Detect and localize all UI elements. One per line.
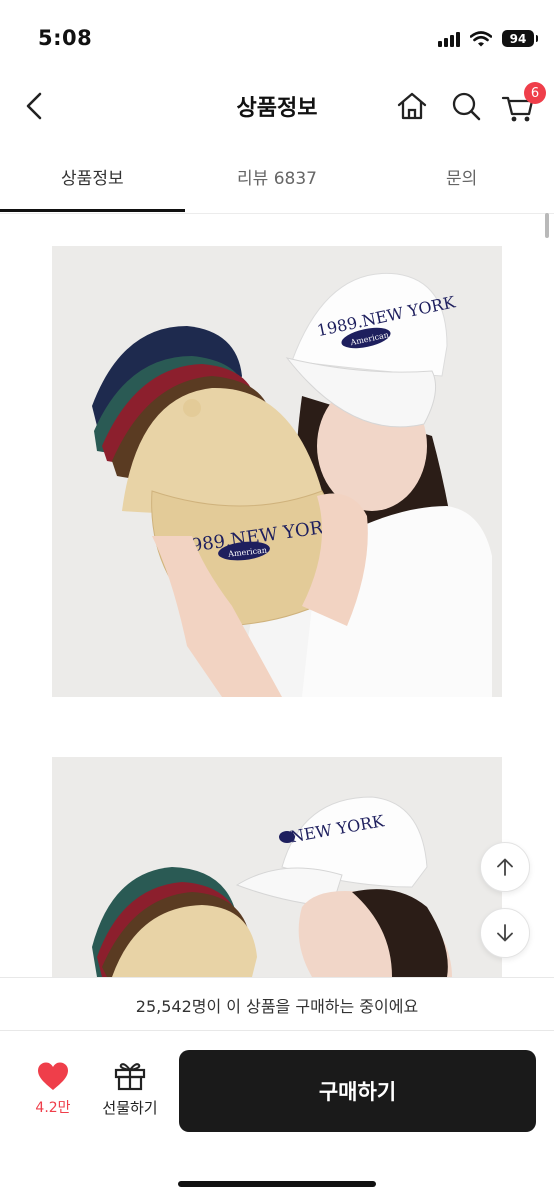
gift-icon — [114, 1063, 146, 1091]
gift-label: 선물하기 — [102, 1099, 158, 1117]
like-count: 4.2만 — [35, 1100, 71, 1116]
tab-reviews[interactable]: 리뷰 6837 — [185, 142, 370, 213]
tab-inquiry[interactable]: 문의 — [369, 142, 554, 213]
status-bar: 5:08 94 — [0, 0, 554, 70]
wifi-icon — [470, 30, 492, 46]
heart-icon — [38, 1062, 68, 1090]
like-button[interactable]: 4.2만 — [28, 1061, 78, 1121]
tab-product-info[interactable]: 상품정보 — [0, 142, 185, 213]
purchase-notice: 25,542명이 이 상품을 구매하는 중이에요 — [0, 977, 554, 1031]
gift-button[interactable]: 선물하기 — [96, 1061, 164, 1121]
scroll-up-button[interactable] — [480, 842, 530, 892]
page-scrollbar[interactable] — [545, 213, 549, 238]
arrow-up-icon — [497, 858, 513, 876]
arrow-down-icon — [497, 924, 513, 942]
buy-button[interactable]: 구매하기 — [179, 1050, 536, 1132]
home-button[interactable] — [394, 86, 430, 126]
search-button[interactable] — [448, 86, 484, 126]
status-icons: 94 — [438, 30, 538, 47]
product-image: 1989.NEW YORK American 1989.NEW YORK Ame… — [52, 246, 502, 697]
product-image: NEW YORK — [52, 757, 502, 977]
home-icon — [397, 92, 427, 120]
signal-icon — [438, 31, 460, 47]
status-time: 5:08 — [38, 26, 93, 50]
scroll-down-button[interactable] — [480, 908, 530, 958]
cart-count-badge: 6 — [524, 82, 546, 104]
search-icon — [452, 92, 481, 121]
product-tabs: 상품정보 리뷰 6837 문의 — [0, 142, 554, 214]
product-photo-caps: 1989.NEW YORK American 1989.NEW YORK Ame… — [52, 246, 502, 697]
battery-indicator: 94 — [502, 30, 538, 47]
home-indicator — [178, 1181, 376, 1187]
product-photo-caps-2: NEW YORK — [52, 757, 502, 977]
nav-bar: 상품정보 — [0, 70, 554, 142]
active-tab-indicator — [0, 209, 185, 212]
bottom-action-bar: 4.2만 선물하기 구매하기 — [0, 1031, 554, 1200]
